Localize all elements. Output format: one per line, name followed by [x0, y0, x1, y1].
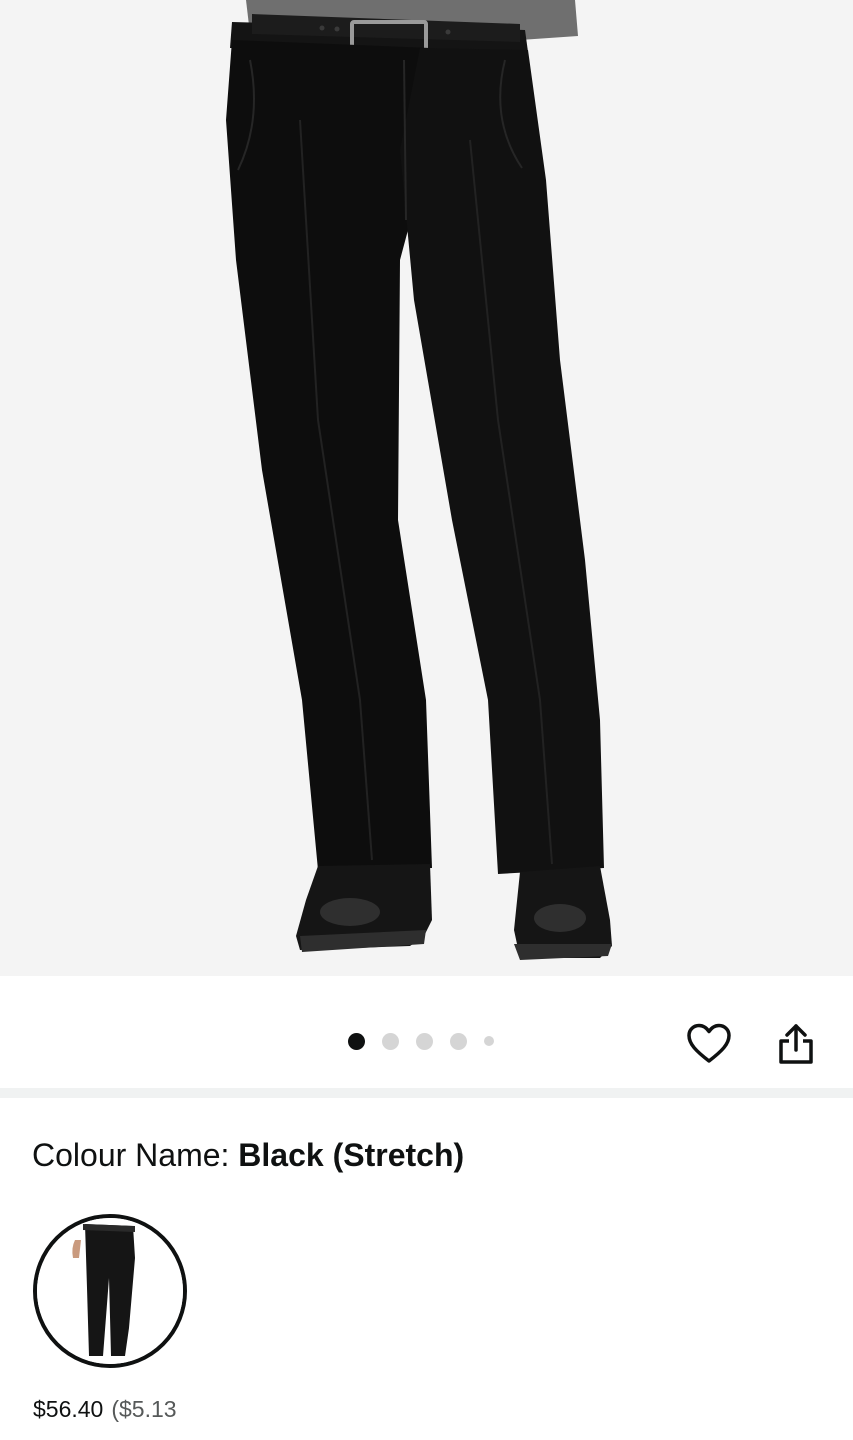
colour-value: Black (Stretch): [238, 1137, 465, 1173]
swatch-unit-price: ($5.13: [111, 1396, 177, 1422]
heart-icon: [687, 1023, 731, 1063]
share-button[interactable]: [772, 1020, 820, 1068]
section-divider: [0, 1088, 853, 1098]
carousel-dot-3[interactable]: [416, 1032, 433, 1050]
carousel-pagination: [348, 1032, 511, 1050]
colour-name-row: Colour Name: Black (Stretch): [32, 1137, 464, 1174]
carousel-dot-4[interactable]: [450, 1032, 467, 1050]
product-page: Colour Name: Black (Stretch) $56.40 ($5.1…: [0, 0, 853, 1440]
product-image[interactable]: [0, 0, 853, 976]
swatch-price-row: $56.40 ($5.13: [33, 1396, 177, 1423]
swatch-thumbnail: [37, 1218, 183, 1364]
carousel-dot-5[interactable]: [484, 1036, 494, 1046]
swatch-price: $56.40: [33, 1396, 104, 1422]
colour-label: Colour Name:: [32, 1137, 239, 1173]
image-carousel-controls: [0, 976, 853, 1088]
carousel-dot-1[interactable]: [348, 1032, 365, 1050]
carousel-dot-2[interactable]: [382, 1032, 399, 1050]
share-icon: [779, 1024, 813, 1064]
colour-swatch-black-stretch[interactable]: [33, 1214, 187, 1368]
wishlist-button[interactable]: [685, 1020, 733, 1068]
